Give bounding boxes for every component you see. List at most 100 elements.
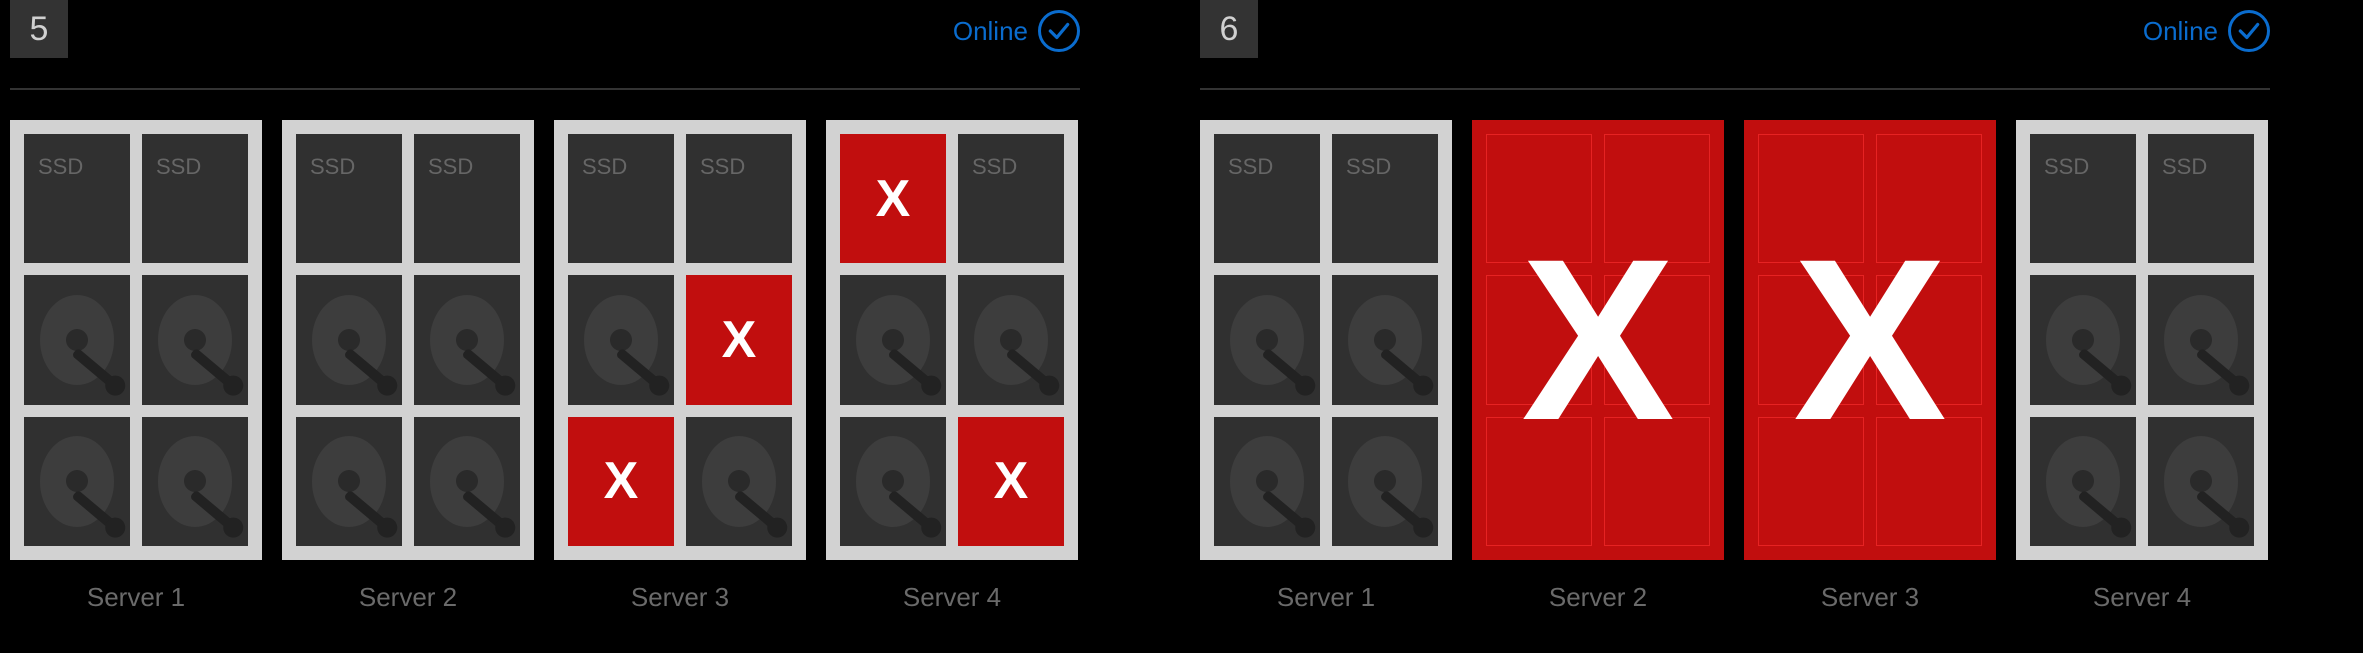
server-label: Server 1	[1200, 582, 1452, 613]
ssd-label: SSD	[156, 154, 201, 180]
server-label: Server 4	[2016, 582, 2268, 613]
drive-slot-ghost	[1758, 275, 1864, 404]
server: SSD SSD Server 1	[1200, 120, 1452, 613]
drive-hdd	[840, 417, 946, 546]
panel-header: 5 Online	[10, 0, 1080, 58]
drive-hdd	[1332, 275, 1438, 404]
drive-hdd	[24, 417, 130, 546]
drive-hdd	[414, 417, 520, 546]
drive-slot-ghost	[1486, 275, 1592, 404]
drive-hdd	[568, 275, 674, 404]
drive-ssd: SSD	[1332, 134, 1438, 263]
divider	[10, 88, 1080, 90]
fail-x-icon: X	[994, 455, 1029, 507]
drive-failed: X	[958, 417, 1064, 546]
drive-failed: X	[686, 275, 792, 404]
panel-header: 6Online	[1200, 0, 2270, 58]
drive-hdd	[2148, 417, 2254, 546]
fail-x-icon: X	[876, 173, 911, 225]
fail-x-icon: X	[722, 314, 757, 366]
server-label: Server 3	[1744, 582, 1996, 613]
drive-hdd	[142, 417, 248, 546]
ssd-label: SSD	[2162, 154, 2207, 180]
drive-hdd	[2030, 275, 2136, 404]
server-body: SSD SSD X X	[554, 120, 806, 560]
status-indicator: Online	[953, 10, 1080, 52]
server: SSD SSD Server 2	[282, 120, 534, 613]
drive-hdd	[414, 275, 520, 404]
drive-slot-ghost	[1604, 275, 1710, 404]
server-label: Server 1	[10, 582, 262, 613]
ssd-label: SSD	[38, 154, 83, 180]
ssd-label: SSD	[582, 154, 627, 180]
status-indicator: Online	[2143, 10, 2270, 52]
drive-hdd	[958, 275, 1064, 404]
drive-failed: X	[568, 417, 674, 546]
server-label: Server 2	[282, 582, 534, 613]
servers-row: SSD SSD Server 1 SSD SSD Server 2 SSD SSD X X Serv…	[10, 120, 1080, 613]
server-body: X	[1744, 120, 1996, 560]
server-body: SSD SSD	[10, 120, 262, 560]
scenario-panel: 6OnlineSSDSSDServer 1XServer 2XServer 3S…	[1200, 0, 2270, 653]
ssd-label: SSD	[2044, 154, 2089, 180]
drive-hdd	[1214, 275, 1320, 404]
server-body: X SSD X	[826, 120, 1078, 560]
server: SSD SSD Server 4	[2016, 120, 2268, 613]
drive-hdd	[24, 275, 130, 404]
server-body: SSD SSD	[282, 120, 534, 560]
drive-hdd	[1214, 417, 1320, 546]
fail-x-icon: X	[604, 455, 639, 507]
ssd-label: SSD	[972, 154, 1017, 180]
server-body: SSD SSD	[1200, 120, 1452, 560]
drive-ssd: SSD	[2030, 134, 2136, 263]
server: X SSD X Server 4	[826, 120, 1078, 613]
drive-slot-ghost	[1758, 134, 1864, 263]
drive-hdd	[296, 275, 402, 404]
divider	[1200, 88, 2270, 90]
server-body: SSD SSD	[2016, 120, 2268, 560]
drive-slot-ghost	[1758, 417, 1864, 546]
ssd-label: SSD	[428, 154, 473, 180]
drive-slot-ghost	[1876, 134, 1982, 263]
ssd-label: SSD	[310, 154, 355, 180]
drive-ssd: SSD	[296, 134, 402, 263]
drive-hdd	[2148, 275, 2254, 404]
server: SSD SSD X X Server 3	[554, 120, 806, 613]
server-label: Server 3	[554, 582, 806, 613]
drive-hdd	[2030, 417, 2136, 546]
drive-slot-ghost	[1876, 417, 1982, 546]
drive-ssd: SSD	[414, 134, 520, 263]
drive-hdd	[1332, 417, 1438, 546]
status-label: Online	[2143, 16, 2218, 47]
drive-slot-ghost	[1876, 275, 1982, 404]
drive-hdd	[142, 275, 248, 404]
drive-hdd	[686, 417, 792, 546]
drive-slot-ghost	[1604, 134, 1710, 263]
server: SSD SSD Server 1	[10, 120, 262, 613]
drive-slot-ghost	[1604, 417, 1710, 546]
ssd-label: SSD	[1346, 154, 1391, 180]
drive-ssd: SSD	[958, 134, 1064, 263]
server-body: X	[1472, 120, 1724, 560]
server-label: Server 4	[826, 582, 1078, 613]
servers-row: SSD SSD Server 1 X Server 2 X Server 3 SSD SSD Se…	[1200, 120, 2270, 613]
drive-hdd	[296, 417, 402, 546]
drive-ssd: SSD	[1214, 134, 1320, 263]
status-label: Online	[953, 16, 1028, 47]
ssd-label: SSD	[700, 154, 745, 180]
scenario-panel: 5OnlineSSDSSDServer 1SSDSSDServer 2SSDSS…	[10, 0, 1080, 653]
drive-hdd	[840, 275, 946, 404]
checkmark-icon	[2228, 10, 2270, 52]
drive-slot-ghost	[1486, 134, 1592, 263]
server: X Server 2	[1472, 120, 1724, 613]
drive-ssd: SSD	[142, 134, 248, 263]
checkmark-icon	[1038, 10, 1080, 52]
server-label: Server 2	[1472, 582, 1724, 613]
drive-ssd: SSD	[2148, 134, 2254, 263]
drive-ssd: SSD	[568, 134, 674, 263]
drive-ssd: SSD	[24, 134, 130, 263]
step-badge: 5	[10, 0, 68, 58]
drive-ssd: SSD	[686, 134, 792, 263]
ssd-label: SSD	[1228, 154, 1273, 180]
drive-failed: X	[840, 134, 946, 263]
